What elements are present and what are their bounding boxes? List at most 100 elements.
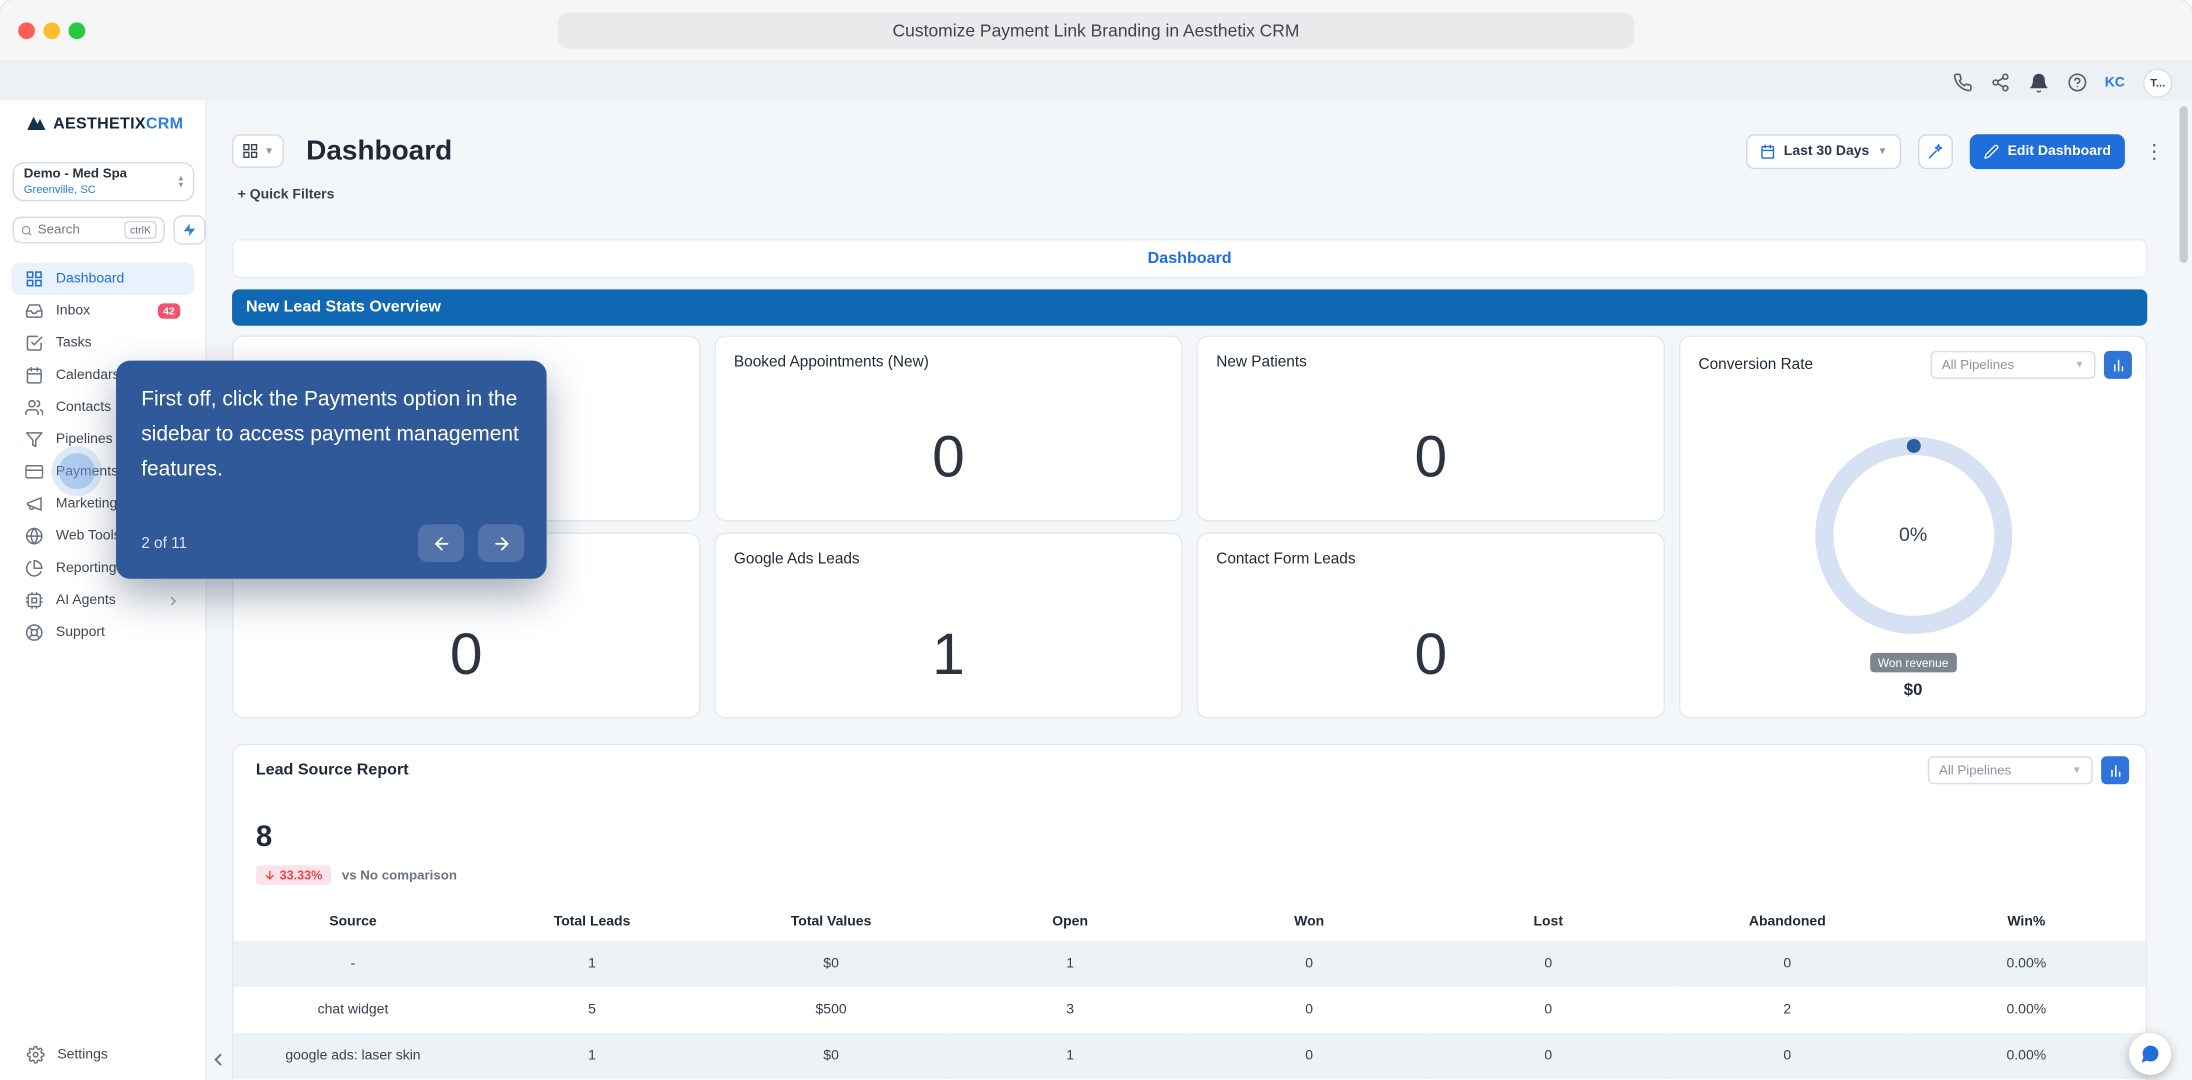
pipelines-select[interactable]: All Pipelines ▼ <box>1927 756 2093 785</box>
lightning-icon <box>183 223 196 237</box>
table-cell: 5 <box>588 1002 596 1018</box>
column-header: Abandoned <box>1748 914 1826 930</box>
change-badge: 33.33% <box>255 865 331 885</box>
sidebar-item-dashboard[interactable]: Dashboard <box>11 262 195 295</box>
date-range-button[interactable]: Last 30 Days ▼ <box>1746 133 1902 169</box>
arrow-right-icon <box>494 536 508 550</box>
sidebar-item-label: Inbox <box>55 303 91 319</box>
tutorial-text: First off, click the Payments option in … <box>141 387 519 482</box>
collapse-sidebar-button[interactable] <box>208 1050 228 1077</box>
logo-mountain-icon <box>27 116 46 131</box>
support-lifebuoy-icon <box>25 623 43 641</box>
top-strip <box>0 61 2192 101</box>
user-initials-badge[interactable]: KC <box>2105 75 2125 90</box>
stat-card-new-patients: New Patients 0 <box>1196 335 1665 522</box>
table-cell: 0 <box>1305 1002 1314 1018</box>
table-cell: 0 <box>1305 1048 1314 1064</box>
chart-settings-button[interactable] <box>2103 350 2132 379</box>
zoom-window-button[interactable] <box>68 22 86 40</box>
edit-dashboard-button[interactable]: Edit Dashboard <box>1969 133 2125 169</box>
select-chevrons-icon: ▴ ▾ <box>178 173 184 191</box>
chat-bubble-icon <box>2141 1045 2159 1063</box>
screen: Customize Payment Link Branding in Aesth… <box>0 0 2192 1080</box>
sidebar-item-label: Support <box>55 624 105 641</box>
table-cell: 0.00% <box>2006 1048 2047 1064</box>
integrations-icon[interactable] <box>1990 73 2010 93</box>
dashboard-grid-icon <box>25 270 43 288</box>
table-cell: 0 <box>1305 956 1314 972</box>
sidebar-item-settings[interactable]: Settings <box>26 1038 108 1070</box>
more-options-kebab-icon[interactable]: ⋮ <box>2144 141 2164 161</box>
ai-agents-cpu-icon <box>25 591 43 609</box>
tutorial-back-button[interactable] <box>417 524 465 562</box>
chevron-right-icon <box>166 593 180 607</box>
scrollbar-thumb[interactable] <box>2179 106 2188 263</box>
sidebar-item-inbox[interactable]: Inbox 42 <box>11 295 194 327</box>
web-tools-globe-icon <box>25 527 43 545</box>
pipelines-select-value: All Pipelines <box>1941 357 2015 373</box>
stat-value: 1 <box>932 620 965 687</box>
conversion-percent: 0% <box>1898 522 1928 546</box>
stat-card-google-ads-leads: Google Ads Leads 1 <box>714 532 1183 719</box>
close-window-button[interactable] <box>18 22 35 40</box>
table-cell: 0 <box>1544 1002 1553 1018</box>
minimize-window-button[interactable] <box>43 22 61 40</box>
pencil-icon <box>1984 144 1999 159</box>
tab-dashboard[interactable]: Dashboard <box>1148 250 1232 267</box>
calendar-icon <box>25 366 43 384</box>
notifications-bell-icon[interactable] <box>2028 72 2049 93</box>
grid-icon <box>243 143 258 158</box>
help-icon[interactable] <box>2067 73 2087 93</box>
sidebar-item-label: Contacts <box>55 399 112 416</box>
reporting-pie-icon <box>25 559 43 577</box>
pipelines-select[interactable]: All Pipelines ▼ <box>1930 350 2096 379</box>
magic-wand-icon <box>1928 143 1943 158</box>
arrow-down-icon <box>265 870 274 880</box>
marketing-megaphone-icon <box>25 495 43 513</box>
tutorial-popover: First off, click the Payments option in … <box>116 360 547 579</box>
search-box[interactable]: ctrlK <box>12 216 165 244</box>
sidebar-item-support[interactable]: Support <box>11 617 194 649</box>
arrow-left-icon <box>434 536 448 550</box>
dashboard-layout-button[interactable]: ▼ <box>232 134 284 168</box>
settings-gear-icon <box>26 1045 45 1064</box>
report-total-leads: 8 <box>255 820 273 853</box>
pipelines-funnel-icon <box>25 431 43 449</box>
stat-card-booked-appointments: Booked Appointments (New) 0 <box>714 335 1183 522</box>
table-cell: 0 <box>1544 956 1553 972</box>
contacts-users-icon <box>25 398 44 416</box>
tutorial-next-button[interactable] <box>478 524 525 562</box>
sidebar-item-label: Web Tools <box>55 528 121 544</box>
table-cell: - <box>350 956 356 972</box>
date-range-label: Last 30 Days <box>1783 143 1870 159</box>
chat-widget-button[interactable] <box>2129 1033 2172 1076</box>
quick-filters-button[interactable]: + Quick Filters <box>238 187 335 202</box>
phone-icon[interactable] <box>1952 73 1972 93</box>
table-cell: google ads: laser skin <box>285 1048 421 1064</box>
account-switcher[interactable]: Demo - Med Spa Greenville, SC ▴ ▾ <box>12 162 195 202</box>
table-cell: 2 <box>1783 1002 1792 1018</box>
table-row: - 1 $0 1 0 0 0 0.00% <box>233 940 2146 987</box>
search-input[interactable] <box>37 222 119 238</box>
table-cell: $0 <box>823 956 839 972</box>
account-avatar[interactable]: T... <box>2143 67 2173 98</box>
won-revenue-tooltip: Won revenue <box>1869 652 1957 673</box>
chart-settings-button[interactable] <box>2101 756 2130 785</box>
sidebar-item-label: AI Agents <box>55 592 116 609</box>
search-icon <box>21 225 32 235</box>
stat-title: Booked Appointments (New) <box>733 353 929 371</box>
app-logo: AESTHETIXCRM <box>27 110 184 135</box>
lead-source-table: Source Total Leads Total Values Open Won… <box>233 903 2146 1080</box>
tasks-check-icon <box>25 334 43 352</box>
quick-actions-button[interactable] <box>173 215 206 245</box>
table-cell: chat widget <box>317 1002 389 1018</box>
column-header: Open <box>1052 914 1089 930</box>
table-cell: 3 <box>1066 1002 1075 1018</box>
magic-wand-button[interactable] <box>1918 133 1954 169</box>
table-row: google ads: laser skin 1 $0 1 0 0 0 0.00… <box>233 1033 2146 1080</box>
table-cell: 1 <box>588 956 596 972</box>
sidebar-item-tasks[interactable]: Tasks <box>11 327 194 359</box>
won-revenue-amount: $0 <box>1903 679 1923 699</box>
sidebar-item-ai-agents[interactable]: AI Agents <box>11 584 194 616</box>
comparison-text: vs No comparison <box>341 867 457 883</box>
